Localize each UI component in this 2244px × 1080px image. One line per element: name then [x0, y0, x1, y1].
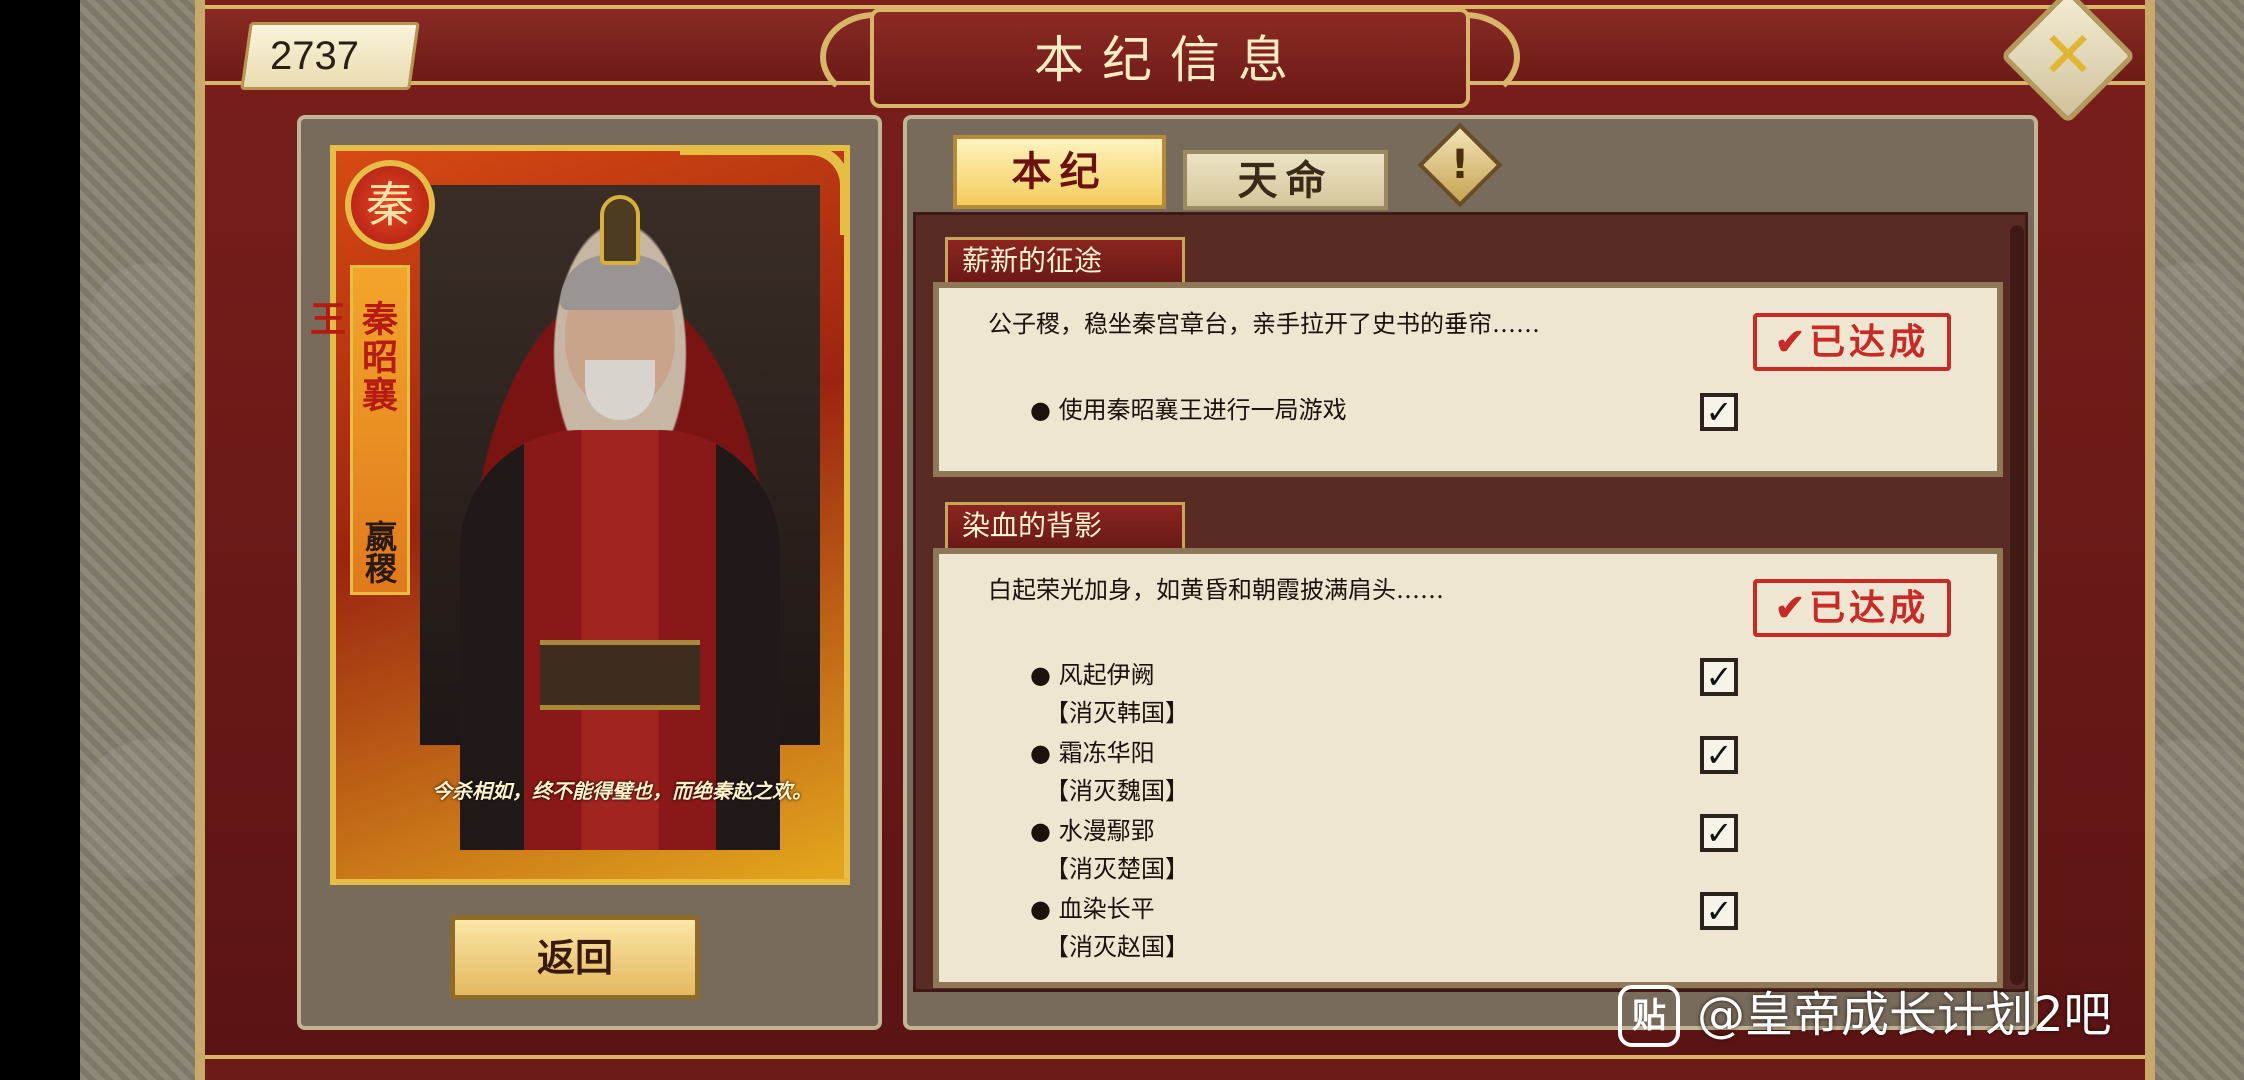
tab-tianming[interactable]: 天命: [1183, 150, 1388, 210]
task-label: ● 血染长平: [1030, 895, 1155, 923]
task-sub: 【消灭楚国】: [1045, 855, 1189, 883]
section-1-achieved-stamp: ✔已达成: [1753, 313, 1951, 371]
tab-benji[interactable]: 本纪: [953, 135, 1166, 209]
hero-quote: 今杀相如，终不能得璧也，而绝秦赵之欢。: [432, 779, 812, 803]
section-2-achieved-stamp: ✔已达成: [1753, 579, 1951, 637]
task-label: ● 水漫鄢郢: [1030, 817, 1155, 845]
portrait-belt: [540, 640, 700, 710]
task-checkbox[interactable]: ✓: [1700, 393, 1738, 431]
section-2-desc: 白起荣光加身，如黄昏和朝霞披满肩头……: [988, 576, 1444, 604]
task-checkbox[interactable]: ✓: [1700, 736, 1738, 774]
close-x-icon[interactable]: ✕: [2020, 8, 2116, 104]
task-checkbox[interactable]: ✓: [1700, 658, 1738, 696]
card-gold-ornament: [680, 145, 850, 235]
task-sub: 【消灭赵国】: [1045, 933, 1189, 961]
task-sub: 【消灭魏国】: [1045, 777, 1189, 805]
portrait-crown: [600, 195, 640, 265]
task-checkbox[interactable]: ✓: [1700, 892, 1738, 930]
faction-emblem: 秦: [345, 160, 435, 250]
scrollbar[interactable]: [2010, 225, 2024, 985]
bottom-band: [205, 1055, 2145, 1080]
task-checkbox[interactable]: ✓: [1700, 814, 1738, 852]
section-1-title: 薪新的征途: [945, 237, 1185, 283]
return-button[interactable]: 返回: [450, 915, 700, 1000]
hero-given-name: 嬴稷: [360, 520, 398, 584]
section-2-title: 染血的背影: [945, 502, 1185, 548]
exclamation-icon[interactable]: !: [1430, 135, 1490, 195]
page-title: 本纪信息: [1034, 31, 1306, 89]
task-label: ● 风起伊阙: [1030, 661, 1155, 689]
task-label: ● 使用秦昭襄王进行一局游戏: [1030, 396, 1347, 424]
watermark-text: @皇帝成长计划2吧: [1697, 987, 2112, 1043]
task-sub: 【消灭韩国】: [1045, 699, 1189, 727]
task-label: ● 霜冻华阳: [1030, 739, 1155, 767]
hero-title: 秦昭襄王: [304, 300, 398, 414]
section-1-desc: 公子稷，稳坐秦宫章台，亲手拉开了史书的垂帘……: [988, 310, 1540, 338]
currency-value: 2737: [270, 34, 359, 78]
